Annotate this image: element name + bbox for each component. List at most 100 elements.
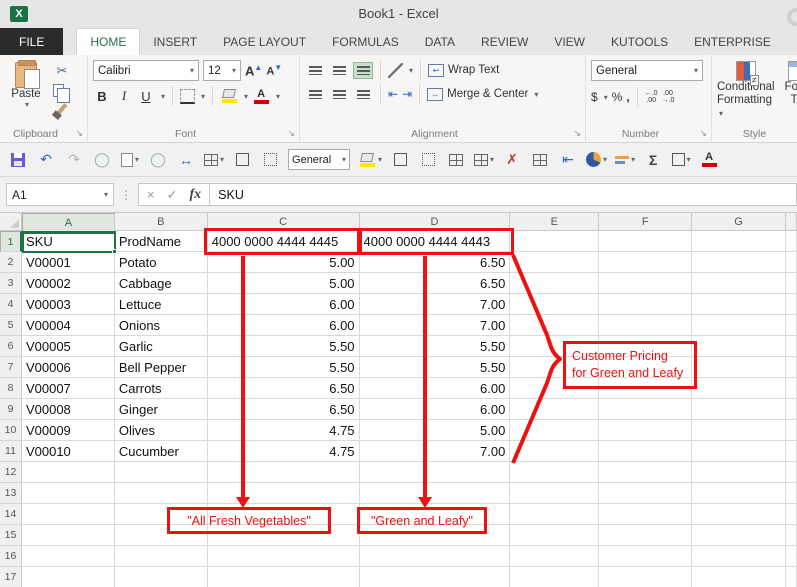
cell-E3[interactable] [510,273,599,294]
cell-G5[interactable] [692,315,786,336]
cell-B17[interactable] [115,567,208,587]
view-gridlines-icon[interactable] [232,149,252,171]
cancel-icon[interactable]: × [147,187,155,202]
toolbar-number-format-select[interactable]: General▾ [288,149,350,170]
cell-B1[interactable]: ProdName [115,231,208,252]
cell-G9[interactable] [692,399,786,420]
cell-A16[interactable] [22,546,115,567]
format-painter-icon[interactable] [52,101,72,117]
merge-center-button[interactable]: Merge & Center [447,88,528,100]
cell-B4[interactable]: Lettuce [115,294,208,315]
row-header-8[interactable]: 8 [0,378,22,399]
cell-H6[interactable] [786,336,797,357]
font-color-button[interactable]: A [252,89,270,104]
row-header-13[interactable]: 13 [0,483,22,504]
cell-H5[interactable] [786,315,797,336]
cell-B6[interactable]: Garlic [115,336,208,357]
cell-G6[interactable] [692,336,786,357]
cell-D5[interactable]: 7.00 [360,315,511,336]
middle-align-icon[interactable] [329,62,349,79]
print-area-icon[interactable] [260,149,280,171]
cell-D2[interactable]: 6.50 [360,252,511,273]
orientation-menu-icon[interactable]: ▾ [409,66,413,75]
cell-D4[interactable]: 7.00 [360,294,511,315]
orientation-icon[interactable] [388,63,403,78]
tab-kutools[interactable]: KUTOOLS [598,28,681,55]
accounting-format-button[interactable]: $ [591,90,598,104]
column-header-d[interactable]: D [360,213,511,231]
borders-menu-icon[interactable]: ▾ [201,92,205,101]
copy-icon[interactable]: ▾ [52,82,72,98]
cell-H8[interactable] [786,378,797,399]
row-header-5[interactable]: 5 [0,315,22,336]
align-right-icon[interactable] [353,86,373,103]
decrease-indent-icon[interactable]: ⇤ [558,149,578,171]
font-size-select[interactable]: 12▾ [203,60,241,81]
cell-G2[interactable] [692,252,786,273]
tab-page-layout[interactable]: PAGE LAYOUT [210,28,319,55]
cell-C7[interactable]: 5.50 [208,357,360,378]
row-header-10[interactable]: 10 [0,420,22,441]
font-color-icon[interactable]: A [699,149,719,171]
chart-pie-icon[interactable]: ▾ [586,149,607,171]
oval-shape-2-icon[interactable]: ◯ [148,149,168,171]
cell-F3[interactable] [599,273,692,294]
decrease-indent-icon[interactable]: ⇤ [388,87,398,101]
cell-G4[interactable] [692,294,786,315]
clipboard-dialog-launcher[interactable]: ↘ [75,128,83,139]
cell-E11[interactable] [510,441,599,462]
cell-G10[interactable] [692,420,786,441]
font-name-select[interactable]: Calibri▾ [93,60,199,81]
tab-file[interactable]: FILE [0,28,63,55]
cell-B5[interactable]: Onions [115,315,208,336]
alignment-dialog-launcher[interactable]: ↘ [573,128,581,139]
row-header-1[interactable]: 1 [0,231,22,252]
cell-F13[interactable] [599,483,692,504]
row-header-3[interactable]: 3 [0,273,22,294]
cell-C13[interactable] [208,483,360,504]
cell-A17[interactable] [22,567,115,587]
cell-E10[interactable] [510,420,599,441]
cell-E15[interactable] [510,525,599,546]
cell-B13[interactable] [115,483,208,504]
cell-G14[interactable] [692,504,786,525]
cell-E14[interactable] [510,504,599,525]
tab-review[interactable]: REVIEW [468,28,541,55]
accounting-menu-icon[interactable]: ▾ [604,93,608,102]
wrap-text-button[interactable]: Wrap Text [448,64,499,76]
column-header-b[interactable]: B [115,213,208,231]
align-center-icon[interactable] [329,86,349,103]
cell-E4[interactable] [510,294,599,315]
tab-insert[interactable]: INSERT [140,28,210,55]
cell-F4[interactable] [599,294,692,315]
cell-F12[interactable] [599,462,692,483]
row-header-15[interactable]: 15 [0,525,22,546]
cell-F10[interactable] [599,420,692,441]
cell-D16[interactable] [360,546,511,567]
formula-input[interactable]: SKU [210,183,797,206]
border-all-icon[interactable] [446,149,466,171]
name-box-dropdown-icon[interactable]: ▾ [104,190,108,199]
cell-B12[interactable] [115,462,208,483]
tab-formulas[interactable]: FORMULAS [319,28,412,55]
row-header-2[interactable]: 2 [0,252,22,273]
row-header-17[interactable]: 17 [0,567,22,587]
cell-B11[interactable]: Cucumber [115,441,208,462]
cell-H11[interactable] [786,441,797,462]
cell-D8[interactable]: 6.00 [360,378,511,399]
cell-G1[interactable] [692,231,786,252]
undo-icon[interactable]: ↶ [36,149,56,171]
cell-B2[interactable]: Potato [115,252,208,273]
cell-E5[interactable] [510,315,599,336]
cell-G17[interactable] [692,567,786,587]
number-dialog-launcher[interactable]: ↘ [699,128,707,139]
cell-C9[interactable]: 6.50 [208,399,360,420]
cell-A9[interactable]: V00008 [22,399,115,420]
cell-D1[interactable]: 4000 0000 4444 4443 [360,231,511,252]
increase-decimal-icon[interactable]: ←.0.00 [645,90,658,104]
cell-A6[interactable]: V00005 [22,336,115,357]
underline-button[interactable]: U [137,87,155,106]
cell-H10[interactable] [786,420,797,441]
cell-C11[interactable]: 4.75 [208,441,360,462]
cell-H12[interactable] [786,462,797,483]
